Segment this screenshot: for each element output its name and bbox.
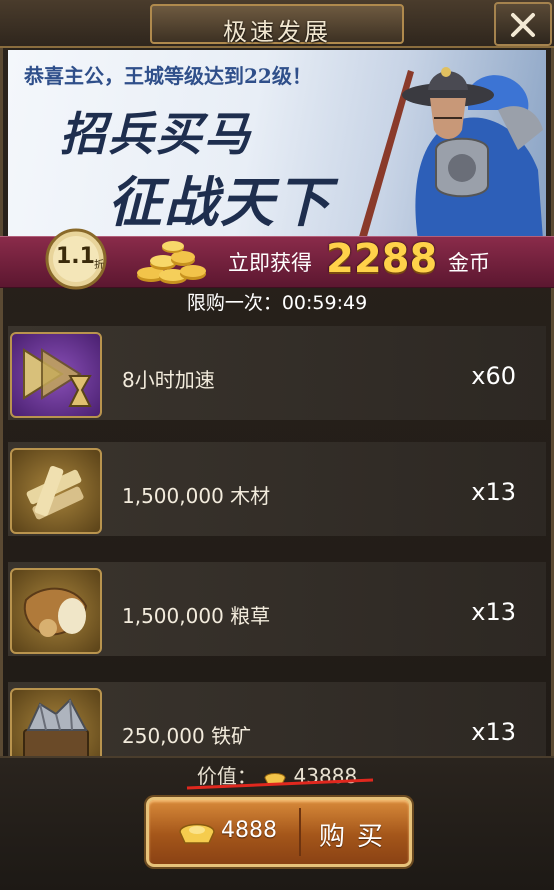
title-bar: 极速发展 [0,0,554,48]
speedup-hourglass-icon [10,332,102,418]
discount-unit: 折 [94,260,104,271]
item-quantity: x13 [471,718,516,746]
purchase-limit-timer: 限购一次：00:59:49 [186,292,368,314]
button-divider [299,808,301,856]
item-quantity: x60 [471,362,516,390]
buy-button[interactable]: 4888 购买 [146,797,412,867]
item-name: 1,500,000 木材 [122,484,271,508]
dialog-title: 极速发展 [223,18,331,46]
close-button[interactable] [494,2,552,46]
buy-price: 4888 [221,818,277,843]
title-plate: 极速发展 [150,4,404,46]
gold-ingot-icon [179,823,215,844]
buy-label: 购买 [319,822,396,852]
promo-banner: 恭喜主公，王城等级达到22级！ 招兵买马 征战天下 [8,50,546,240]
close-icon [511,13,535,37]
discount-value: 1.1 [56,244,95,269]
list-item: 250,000 铁矿 x13 [8,682,546,756]
offer-prefix: 立即获得 [228,251,312,275]
grain-sack-icon [10,568,102,654]
iron-ore-icon [10,688,102,756]
item-quantity: x13 [471,478,516,506]
item-quantity: x13 [471,598,516,626]
reward-list[interactable]: 8小时加速 x60 1,500,000 木材 x13 1,500,000 粮草 … [0,318,554,756]
gold-coins-icon [137,241,206,284]
list-item: 8小时加速 x60 [8,326,546,420]
banner-headline: 恭喜主公，王城等级达到22级！ [24,64,312,88]
general-warrior-illustration [358,67,543,240]
item-name: 1,500,000 粮草 [122,604,271,628]
wood-icon [10,448,102,534]
banner-slogan-line2: 征战天下 [108,170,332,234]
offer-suffix: 金币 [448,251,490,275]
offer-gold-amount: 2288 [326,236,438,282]
strikethrough-line [186,778,374,790]
banner-slogan-line1: 招兵买马 [60,107,252,161]
list-item: 1,500,000 粮草 x13 [8,562,546,656]
list-item: 1,500,000 木材 x13 [8,442,546,536]
item-name: 250,000 铁矿 [122,724,252,748]
item-name: 8小时加速 [122,368,215,392]
